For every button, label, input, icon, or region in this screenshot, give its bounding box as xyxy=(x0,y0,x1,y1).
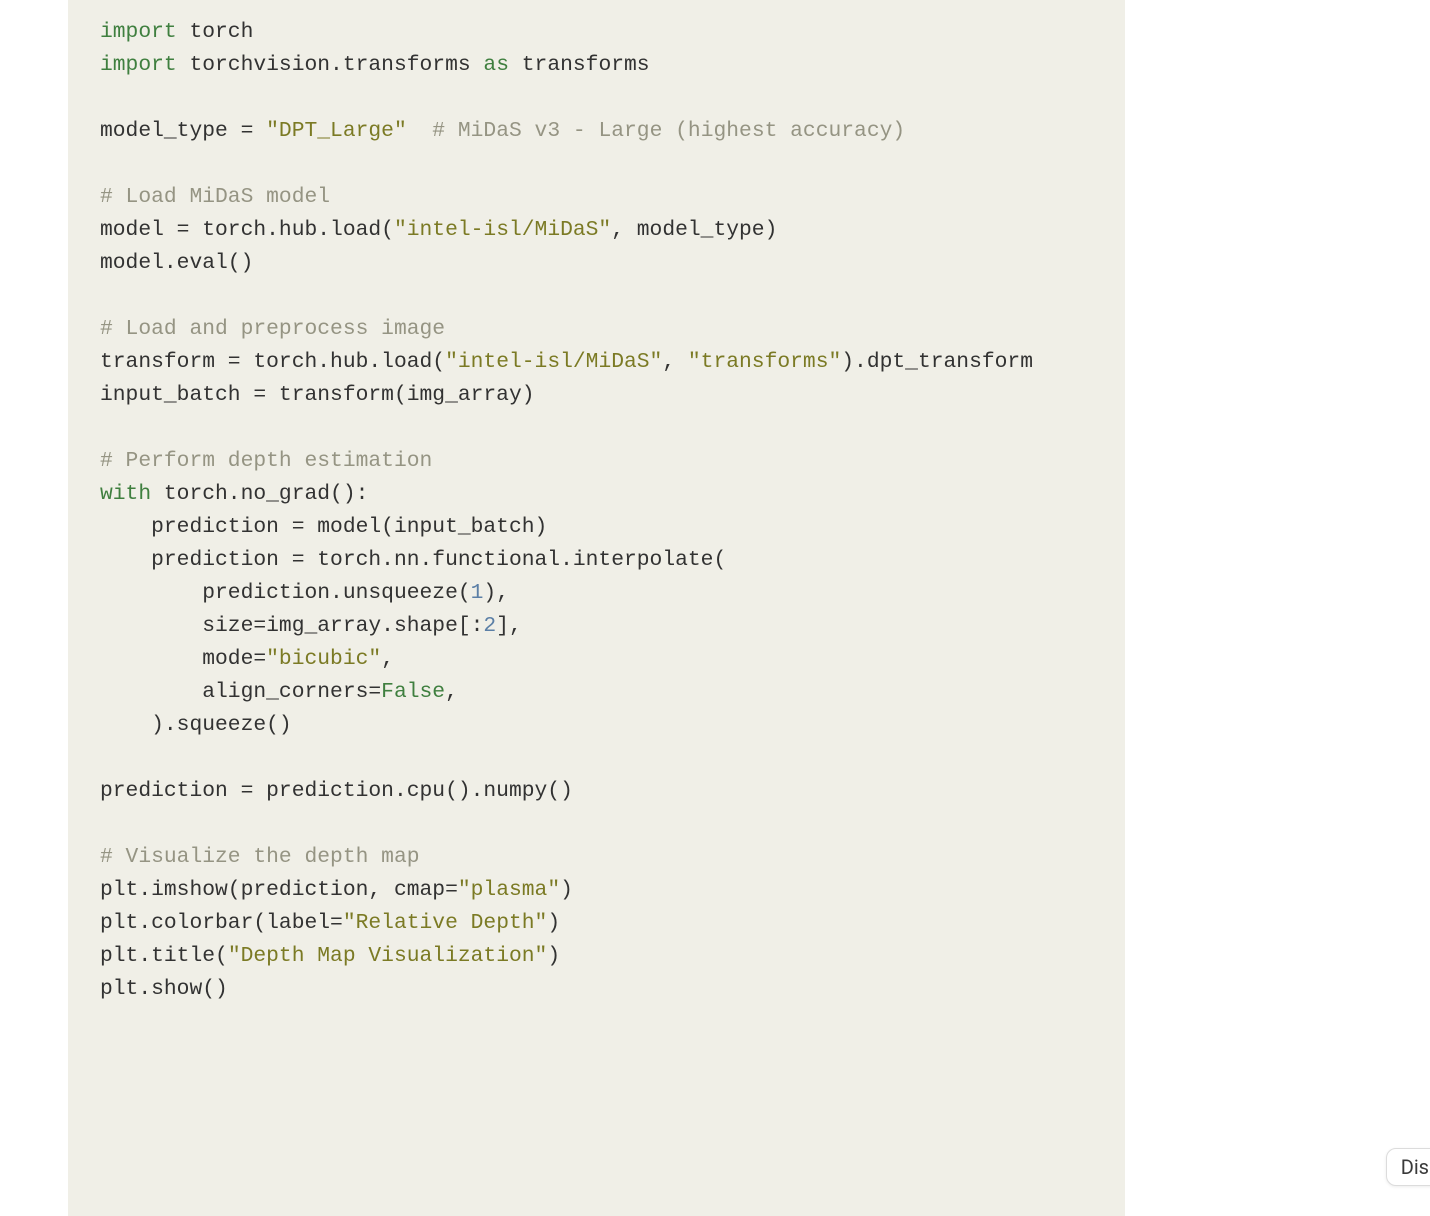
code-token: import xyxy=(100,20,177,44)
code-token: mode= xyxy=(100,647,266,671)
code-token: ) xyxy=(560,878,573,902)
code-token: ) xyxy=(547,911,560,935)
code-token: input_batch = transform(img_array) xyxy=(100,383,535,407)
code-token: , xyxy=(662,350,688,374)
code-token: with xyxy=(100,482,151,506)
code-token: , xyxy=(445,680,458,704)
code-token: # Load MiDaS model xyxy=(100,185,330,209)
code-token: ], xyxy=(496,614,522,638)
code-token: , model_type) xyxy=(611,218,777,242)
code-token: transforms xyxy=(509,53,650,77)
code-token: ).dpt_transform xyxy=(841,350,1033,374)
code-token: 2 xyxy=(483,614,496,638)
code-token: , xyxy=(381,647,394,671)
code-content: import torch import torchvision.transfor… xyxy=(100,16,1093,1006)
code-token: model_type = xyxy=(100,119,266,143)
code-token: "Relative Depth" xyxy=(343,911,547,935)
code-token: 1 xyxy=(471,581,484,605)
code-token: "intel-isl/MiDaS" xyxy=(445,350,662,374)
code-token: plt.colorbar(label= xyxy=(100,911,343,935)
page: import torch import torchvision.transfor… xyxy=(0,0,1430,1216)
code-token: "intel-isl/MiDaS" xyxy=(394,218,611,242)
dismiss-button-label: Dis xyxy=(1401,1155,1429,1179)
code-token: ) xyxy=(547,944,560,968)
code-token: torch.no_grad(): xyxy=(151,482,368,506)
code-token: plt.imshow(prediction, cmap= xyxy=(100,878,458,902)
dismiss-button[interactable]: Dis xyxy=(1386,1148,1430,1186)
code-token: align_corners= xyxy=(100,680,381,704)
code-token: model = torch.hub.load( xyxy=(100,218,394,242)
code-token: "transforms" xyxy=(688,350,841,374)
code-token: # Visualize the depth map xyxy=(100,845,420,869)
code-token: ).squeeze() xyxy=(100,713,292,737)
code-token: torchvision.transforms xyxy=(177,53,484,77)
code-token: prediction = torch.nn.functional.interpo… xyxy=(100,548,726,572)
code-token: prediction = model(input_batch) xyxy=(100,515,547,539)
code-token: model.eval() xyxy=(100,251,253,275)
code-token: prediction = prediction.cpu().numpy() xyxy=(100,779,573,803)
code-token: as xyxy=(483,53,509,77)
code-token: import xyxy=(100,53,177,77)
code-token: prediction.unsqueeze( xyxy=(100,581,471,605)
code-block: import torch import torchvision.transfor… xyxy=(68,0,1125,1216)
code-token: # Perform depth estimation xyxy=(100,449,432,473)
code-token: "Depth Map Visualization" xyxy=(228,944,548,968)
code-token: "DPT_Large" xyxy=(266,119,407,143)
code-token: ), xyxy=(483,581,509,605)
code-token: "plasma" xyxy=(458,878,560,902)
code-token: plt.title( xyxy=(100,944,228,968)
code-token: transform = torch.hub.load( xyxy=(100,350,445,374)
code-token: "bicubic" xyxy=(266,647,381,671)
code-token: plt.show() xyxy=(100,977,228,1001)
code-token: torch xyxy=(177,20,254,44)
code-token: # MiDaS v3 - Large (highest accuracy) xyxy=(407,119,905,143)
code-token: # Load and preprocess image xyxy=(100,317,445,341)
code-token: size=img_array.shape[: xyxy=(100,614,483,638)
code-token: False xyxy=(381,680,445,704)
